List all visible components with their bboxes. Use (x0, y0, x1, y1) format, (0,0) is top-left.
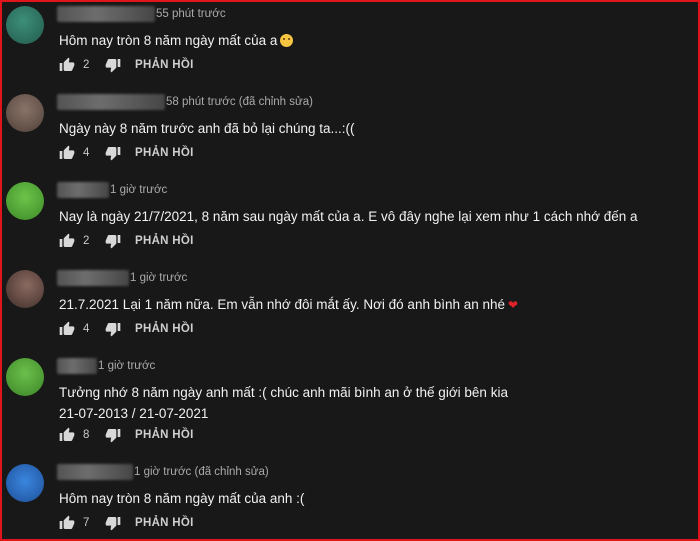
reply-button[interactable]: PHẢN HỒI (135, 429, 194, 441)
like-icon[interactable] (59, 145, 75, 161)
avatar[interactable] (6, 6, 44, 44)
dislike-icon[interactable] (105, 57, 121, 73)
reply-button[interactable]: PHẢN HỒI (135, 235, 194, 247)
author-name-blurred[interactable] (57, 94, 165, 110)
like-count: 7 (83, 517, 90, 529)
avatar[interactable] (6, 464, 44, 502)
avatar[interactable] (6, 94, 44, 132)
comment-actions: 2 PHẢN HỒI (59, 232, 194, 250)
like-count: 4 (83, 323, 90, 335)
comment-actions: 4 PHẢN HỒI (59, 144, 194, 162)
reply-button[interactable]: PHẢN HỒI (135, 323, 194, 335)
dislike-icon[interactable] (105, 321, 121, 337)
comment-text: Ngày này 8 năm trước anh đã bỏ lại chúng… (59, 118, 355, 139)
comment-text: Nay là ngày 21/7/2021, 8 năm sau ngày mấ… (59, 206, 638, 227)
comment-text: 21.7.2021 Lại 1 năm nữa. Em vẫn nhớ đôi … (59, 294, 518, 316)
author-name-blurred[interactable] (57, 182, 109, 198)
like-icon[interactable] (59, 515, 75, 531)
dislike-icon[interactable] (105, 515, 121, 531)
comment-time[interactable]: 1 giờ trước (130, 272, 187, 284)
comment-line: Hôm nay tròn 8 năm ngày mất của anh :( (59, 491, 305, 506)
comment-time[interactable]: 1 giờ trước (đã chỉnh sửa) (134, 466, 269, 478)
like-count: 4 (83, 147, 90, 159)
comment-time[interactable]: 55 phút trước (156, 8, 226, 20)
reply-button[interactable]: PHẢN HỒI (135, 517, 194, 529)
comment-time[interactable]: 1 giờ trước (110, 184, 167, 196)
comment-text: Hôm nay tròn 8 năm ngày mất của anh :( (59, 488, 304, 509)
avatar[interactable] (6, 182, 44, 220)
comment-line: Hôm nay tròn 8 năm ngày mất của a (59, 33, 278, 48)
like-icon[interactable] (59, 57, 75, 73)
like-icon[interactable] (59, 427, 75, 443)
like-icon[interactable] (59, 321, 75, 337)
reply-button[interactable]: PHẢN HỒI (135, 147, 194, 159)
dislike-icon[interactable] (105, 427, 121, 443)
comment-line: Nay là ngày 21/7/2021, 8 năm sau ngày mấ… (59, 209, 638, 224)
avatar[interactable] (6, 358, 44, 396)
like-icon[interactable] (59, 233, 75, 249)
author-name-blurred[interactable] (57, 464, 133, 480)
comment-time[interactable]: 1 giờ trước (98, 360, 155, 372)
like-count: 2 (83, 235, 90, 247)
comment-text: Tưởng nhớ 8 năm ngày anh mất :( chúc anh… (59, 382, 508, 424)
comment-line: Tưởng nhớ 8 năm ngày anh mất :( chúc anh… (59, 385, 508, 400)
comment-text: Hôm nay tròn 8 năm ngày mất của a (59, 30, 294, 51)
avatar[interactable] (6, 270, 44, 308)
author-name-blurred[interactable] (57, 358, 97, 374)
comment-line: 21.7.2021 Lại 1 năm nữa. Em vẫn nhớ đôi … (59, 297, 506, 312)
dislike-icon[interactable] (105, 145, 121, 161)
author-name-blurred[interactable] (57, 6, 155, 22)
author-name-blurred[interactable] (57, 270, 129, 286)
reply-button[interactable]: PHẢN HỒI (135, 59, 194, 71)
like-count: 8 (83, 429, 90, 441)
comment-actions: 8 PHẢN HỒI (59, 426, 194, 444)
sad-face-icon (280, 34, 294, 47)
like-count: 2 (83, 59, 90, 71)
comment-line: Ngày này 8 năm trước anh đã bỏ lại chúng… (59, 121, 355, 136)
comment-actions: 2 PHẢN HỒI (59, 56, 194, 74)
comment-time[interactable]: 58 phút trước (đã chỉnh sửa) (166, 96, 313, 108)
comment-actions: 7 PHẢN HỒI (59, 514, 194, 532)
comment-actions: 4 PHẢN HỒI (59, 320, 194, 338)
comment-line: 21-07-2013 / 21-07-2021 (59, 406, 209, 421)
red-heart-icon: ❤ (508, 298, 519, 312)
dislike-icon[interactable] (105, 233, 121, 249)
